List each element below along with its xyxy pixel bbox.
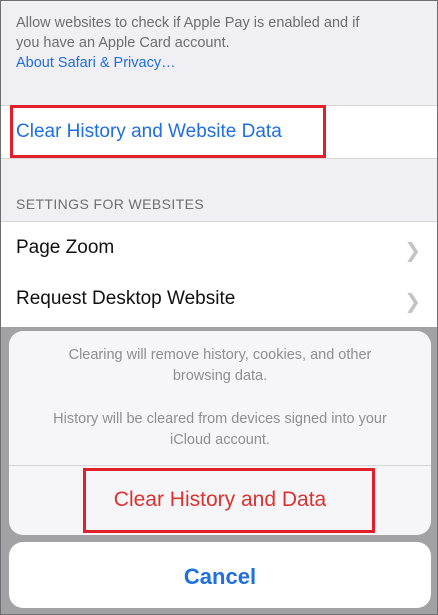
apple-pay-note-line2: you have an Apple Card account. <box>16 35 230 51</box>
settings-row-page-zoom[interactable]: Page Zoom ❯ <box>1 221 437 274</box>
message-line-4: iCloud account. <box>170 432 270 448</box>
apple-pay-note-line1: Allow websites to check if Apple Pay is … <box>16 15 360 31</box>
page-zoom-label: Page Zoom <box>16 237 115 258</box>
apple-pay-footnote: Allow websites to check if Apple Pay is … <box>16 13 416 73</box>
settings-row-request-desktop-website[interactable]: Request Desktop Website ❯ <box>1 273 437 327</box>
highlight-box-clear-history-and-data <box>83 468 375 533</box>
message-line-2: browsing data. <box>172 368 268 384</box>
safari-settings-screen: Allow websites to check if Apple Pay is … <box>0 0 438 615</box>
about-safari-privacy-link[interactable]: About Safari & Privacy… <box>16 53 416 73</box>
request-desktop-website-label: Request Desktop Website <box>16 288 236 309</box>
chevron-right-icon: ❯ <box>404 289 421 313</box>
action-sheet-icloud-message: History will be cleared from devices sig… <box>19 409 421 451</box>
message-line-1: Clearing will remove history, cookies, a… <box>68 347 372 363</box>
highlight-box-clear-history <box>10 105 326 158</box>
message-line-3: History will be cleared from devices sig… <box>53 411 387 427</box>
cancel-label[interactable]: Cancel <box>9 564 431 590</box>
cancel-button[interactable]: Cancel <box>9 542 431 608</box>
action-sheet-message: Clearing will remove history, cookies, a… <box>19 345 421 387</box>
section-header-settings-for-websites: SETTINGS FOR WEBSITES <box>16 196 205 212</box>
chevron-right-icon: ❯ <box>404 238 421 262</box>
